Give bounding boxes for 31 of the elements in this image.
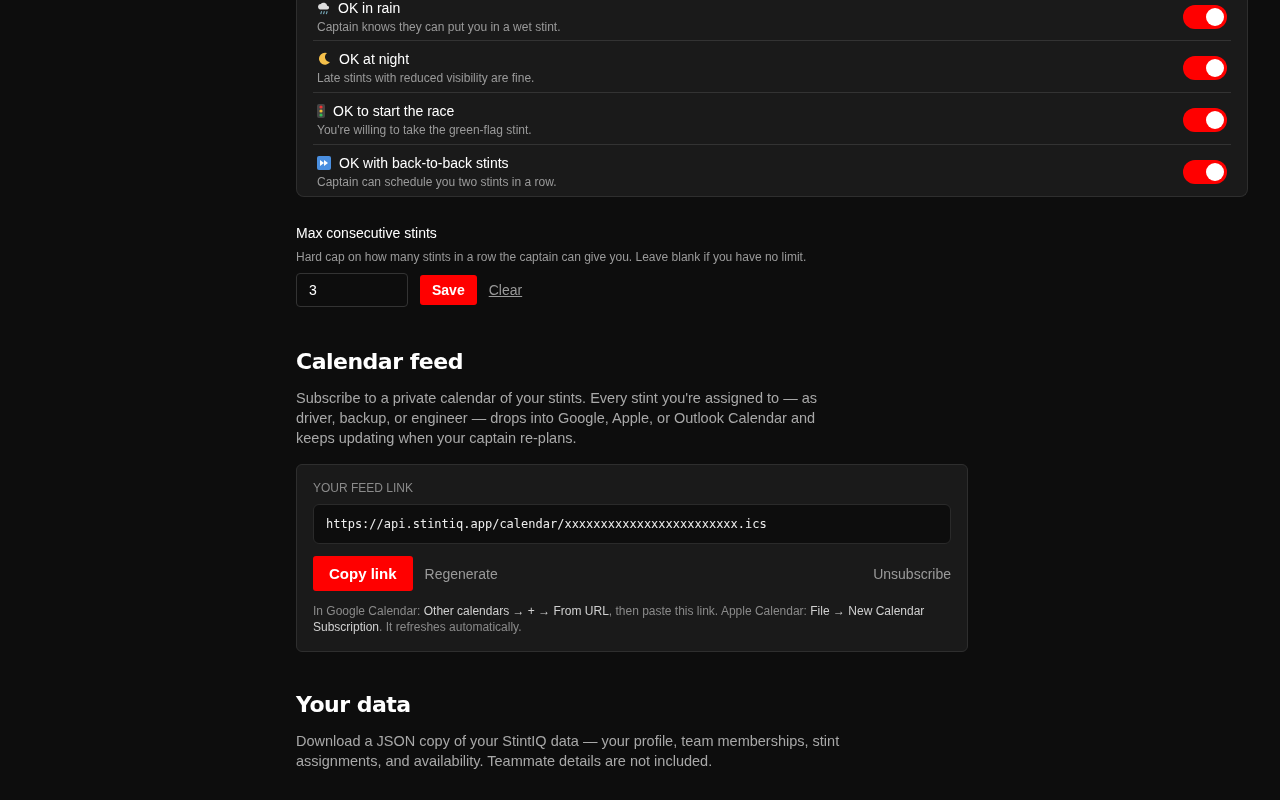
copy-link-button[interactable]: Copy link — [313, 556, 413, 591]
toggle-switch[interactable] — [1183, 108, 1227, 132]
help-text: In Google Calendar: Other calendars → + → From URL, then paste this link. Apple Calendar: File → New Calendar Subscription. It refreshes automatically. — [313, 603, 926, 635]
preference-description: Late stints with reduced visibility are fine. — [317, 71, 535, 85]
field-label: YOUR FEED LINK — [313, 481, 415, 495]
save-button[interactable]: Save — [420, 275, 477, 305]
unsubscribe-button[interactable]: Unsubscribe — [873, 565, 951, 582]
hint-text: Hard cap on how many stints in a row the captain can give you. Leave blank if you have no limit. — [296, 250, 808, 264]
preference-label: OK at night — [339, 51, 410, 67]
preference-description: You're willing to take the green-flag stint. — [317, 123, 532, 137]
preference-label: OK with back-to-back stints — [339, 155, 509, 171]
toggle-switch[interactable] — [1183, 160, 1227, 184]
toggle-switch[interactable] — [1183, 5, 1227, 29]
regenerate-button[interactable]: Regenerate — [424, 565, 498, 582]
moon-icon — [317, 52, 331, 66]
clear-link[interactable]: Clear — [488, 282, 523, 298]
traffic-light-icon — [317, 104, 325, 118]
toggle-switch[interactable] — [1183, 56, 1227, 80]
preference-label: OK to start the race — [333, 103, 455, 119]
section-heading: Calendar feed — [296, 349, 464, 374]
preference-label: OK in rain — [338, 0, 401, 16]
preference-description: Captain can schedule you two stints in a row. — [317, 175, 557, 189]
section-description: Download a JSON copy of your StintIQ data — your profile, team memberships, stint assignments, and availability. Teammate details are not included. — [296, 732, 841, 771]
section-heading: Your data — [296, 692, 412, 717]
fast-forward-icon — [317, 156, 331, 170]
section-label: Max consecutive stints — [296, 225, 438, 241]
section-description: Subscribe to a private calendar of your stints. Every stint you're assigned to — as driver, backup, or engineer — drops into Google, Apple, or Outlook Calendar and keeps updating when your captain re-plans. — [296, 389, 818, 448]
number-input[interactable]: 3 — [296, 273, 408, 307]
url-field[interactable]: https://api.stintiq.app/calendar/xxxxxxxxxxxxxxxxxxxxxxxx.ics — [313, 504, 951, 544]
rain-cloud-icon — [317, 1, 330, 15]
preference-description: Captain knows they can put you in a wet stint. — [317, 20, 561, 34]
